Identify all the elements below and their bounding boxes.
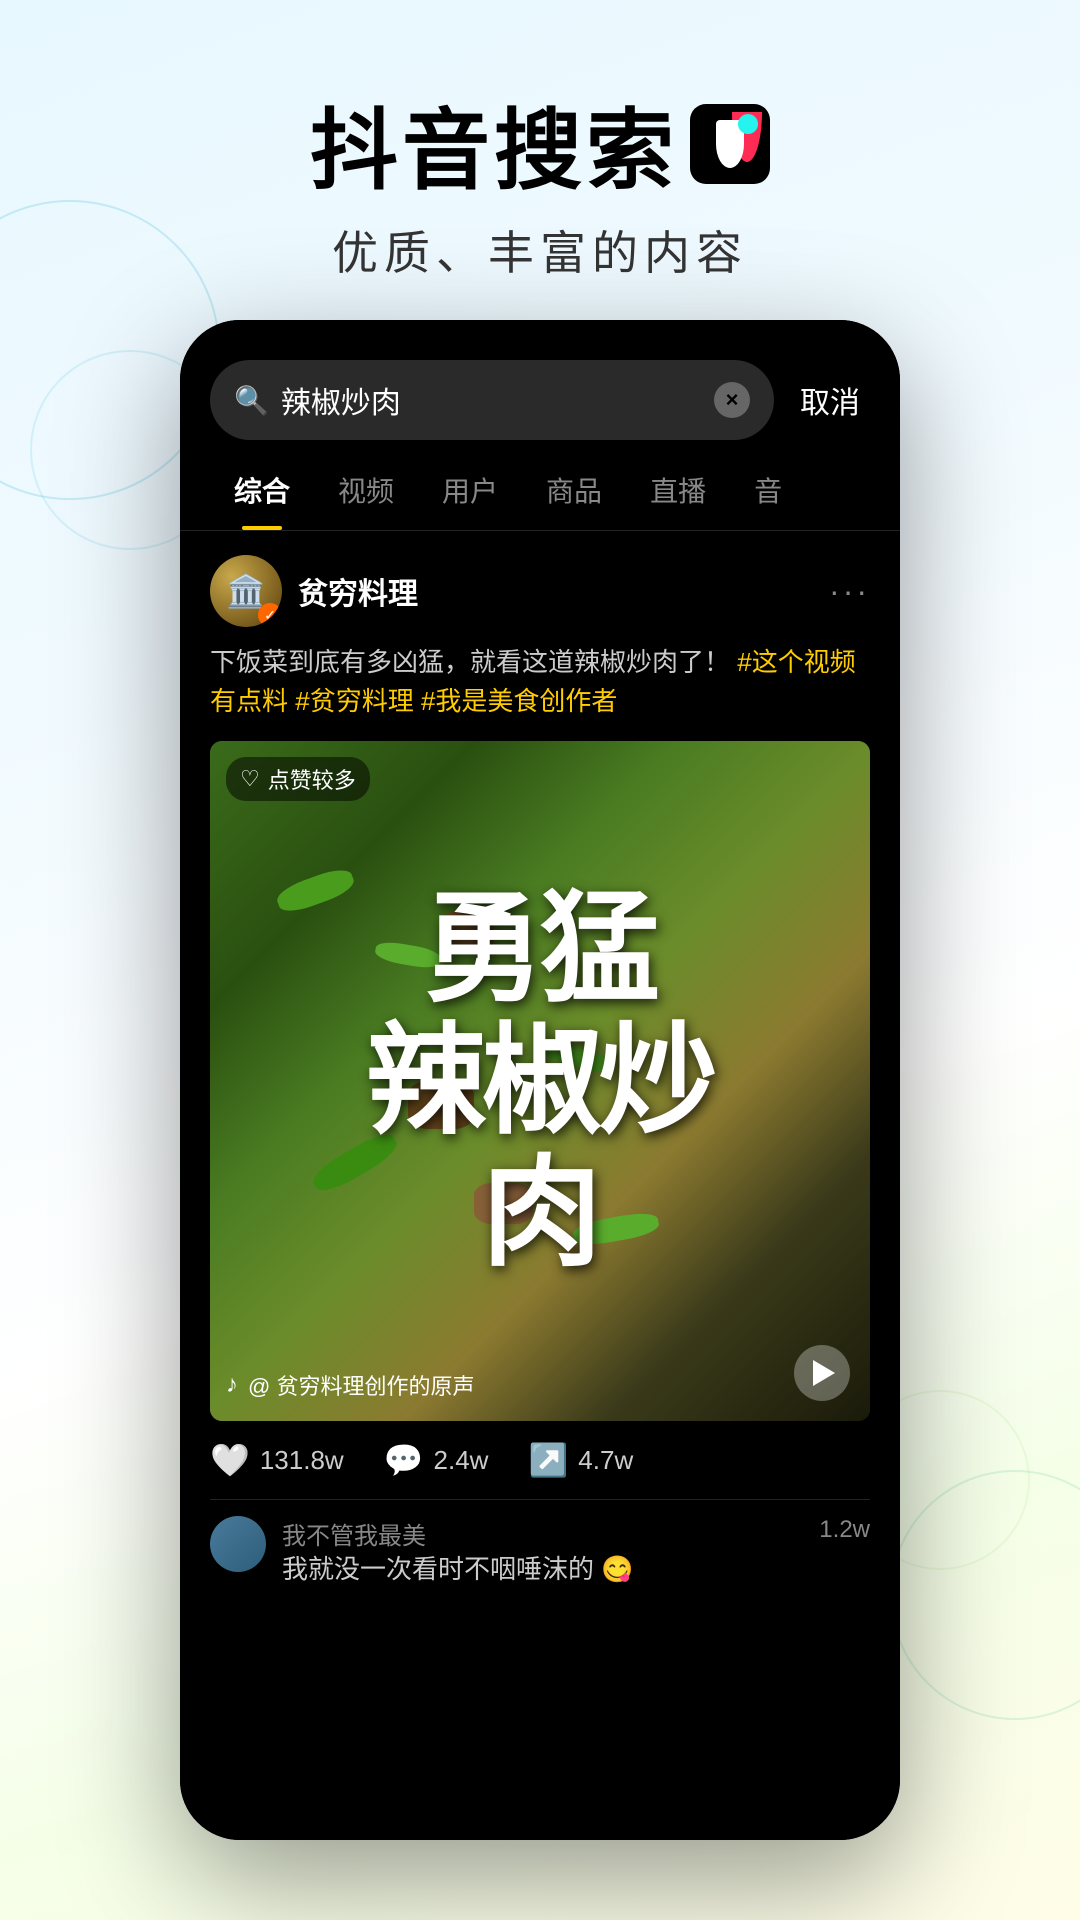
post-desc-text: 下饭菜到底有多凶猛，就看这道辣椒炒肉了！ <box>210 647 730 677</box>
tab-视频[interactable]: 视频 <box>314 450 418 530</box>
video-play-button[interactable] <box>794 1345 850 1401</box>
search-area: 🔍 辣椒炒肉 × 取消 <box>180 320 900 440</box>
comments-button[interactable]: 💬 2.4w <box>384 1441 489 1479</box>
tab-用户[interactable]: 用户 <box>418 450 522 530</box>
phone-frame: 🔍 辣椒炒肉 × 取消 综合 视频 用户 商品 直播 音 <box>180 320 900 1840</box>
post-description: 下饭菜到底有多凶猛，就看这道辣椒炒肉了！ #这个视频有点料 #贫穷料理 #我是美… <box>210 643 870 721</box>
tab-bar: 综合 视频 用户 商品 直播 音 <box>180 450 900 531</box>
heart-icon: ♡ <box>240 766 260 792</box>
badge-label: 点赞较多 <box>268 763 356 795</box>
tab-商品[interactable]: 商品 <box>522 450 626 530</box>
comments-section: 我不管我最美 我就没一次看时不咽唾沫的 😋 1.2w <box>210 1500 870 1587</box>
video-likes-badge: ♡ 点赞较多 <box>226 757 370 801</box>
avatar[interactable]: 🏛️ ✓ <box>210 555 282 627</box>
tab-直播[interactable]: 直播 <box>626 450 730 530</box>
username[interactable]: 贫穷料理 <box>298 569 418 613</box>
phone-content: 🔍 辣椒炒肉 × 取消 综合 视频 用户 商品 直播 音 <box>180 320 900 1840</box>
tab-综合[interactable]: 综合 <box>210 450 314 530</box>
comment-text-area: 我不管我最美 我就没一次看时不咽唾沫的 😋 <box>282 1516 803 1587</box>
post-header: 🏛️ ✓ 贫穷料理 ··· <box>210 555 870 627</box>
comment-content: 我就没一次看时不咽唾沫的 😋 <box>282 1551 803 1587</box>
app-title-text: 抖音搜索 <box>310 80 678 207</box>
more-options-button[interactable]: ··· <box>829 573 870 610</box>
comment-icon: 💬 <box>384 1441 424 1479</box>
tab-音乐[interactable]: 音 <box>730 450 806 530</box>
play-triangle-icon <box>813 1360 835 1386</box>
likes-button[interactable]: 🤍 131.8w <box>210 1441 344 1479</box>
search-box[interactable]: 🔍 辣椒炒肉 × <box>210 360 774 440</box>
comment-like-count: 1.2w <box>819 1516 870 1544</box>
share-icon: ↗️ <box>528 1441 568 1479</box>
video-text-overlay: 勇猛辣椒炒肉 <box>210 741 870 1421</box>
verified-badge: ✓ <box>258 603 282 627</box>
comment-item-1: 我不管我最美 我就没一次看时不咽唾沫的 😋 1.2w <box>210 1516 870 1587</box>
video-calligraphy-text: 勇猛辣椒炒肉 <box>366 883 714 1279</box>
engagement-bar: 🤍 131.8w 💬 2.4w ↗️ 4.7w <box>210 1421 870 1500</box>
commenter-avatar <box>210 1516 266 1572</box>
video-thumbnail[interactable]: 勇猛辣椒炒肉 ♡ 点赞较多 ♪ @ 贫穷料理创作的原声 <box>210 741 870 1421</box>
search-cancel-button[interactable]: 取消 <box>790 378 870 422</box>
tiktok-note-icon: ♪ <box>226 1371 238 1399</box>
like-icon: 🤍 <box>210 1441 250 1479</box>
user-info: 🏛️ ✓ 贫穷料理 <box>210 555 418 627</box>
share-button[interactable]: ↗️ 4.7w <box>528 1441 633 1479</box>
search-icon: 🔍 <box>234 384 269 417</box>
sound-text: @ 贫穷料理创作的原声 <box>248 1369 474 1401</box>
header-section: 抖音搜索 优质、丰富的内容 <box>0 0 1080 323</box>
commenter-name[interactable]: 我不管我最美 <box>282 1516 803 1551</box>
app-title-container: 抖音搜索 <box>310 80 770 207</box>
tiktok-logo-icon <box>690 104 770 184</box>
hashtag-3[interactable]: #我是美食创作者 <box>421 686 617 716</box>
search-clear-button[interactable]: × <box>714 382 750 418</box>
phone-mockup: 🔍 辣椒炒肉 × 取消 综合 视频 用户 商品 直播 音 <box>180 320 900 1840</box>
tiktok-logo-inner <box>716 120 744 168</box>
app-subtitle: 优质、丰富的内容 <box>0 217 1080 283</box>
comments-count: 2.4w <box>434 1445 489 1476</box>
hashtag-2[interactable]: #贫穷料理 <box>295 686 413 716</box>
video-sound-info: ♪ @ 贫穷料理创作的原声 <box>226 1369 474 1401</box>
content-area: 🏛️ ✓ 贫穷料理 ··· 下饭菜到底有多凶猛，就看这道辣椒炒肉了！ #这个视频… <box>180 531 900 1840</box>
search-query-text: 辣椒炒肉 <box>281 378 702 422</box>
likes-count: 131.8w <box>260 1445 344 1476</box>
shares-count: 4.7w <box>578 1445 633 1476</box>
